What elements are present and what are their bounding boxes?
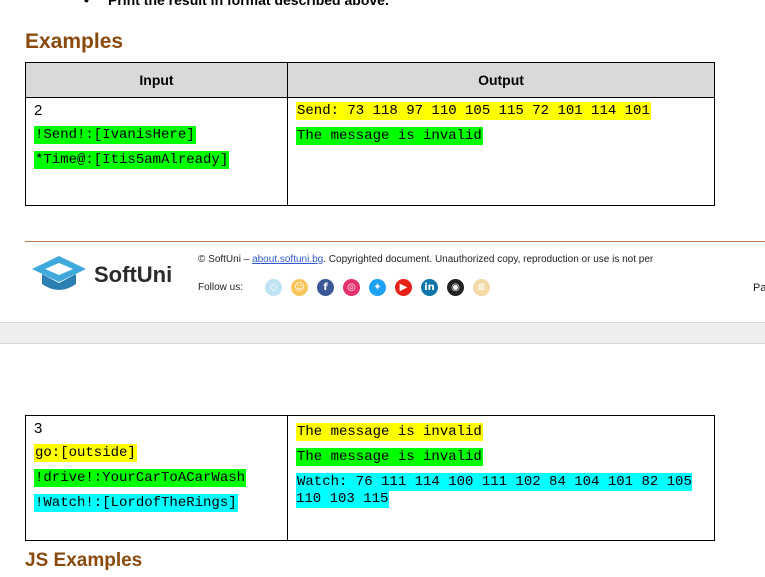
table-header-row: Input Output xyxy=(25,62,715,98)
copyright-prefix: © SoftUni – xyxy=(198,254,250,265)
forum-icon[interactable]: ≡ xyxy=(473,279,490,296)
input-line: !Watch!:[LordofTheRings] xyxy=(34,494,238,512)
linkedin-icon[interactable]: in xyxy=(421,279,438,296)
softuni-icon[interactable]: ◇ xyxy=(265,279,282,296)
page-break xyxy=(0,322,765,344)
output-column-header: Output xyxy=(287,62,715,98)
intro-bullet-text: Print the result in format described abo… xyxy=(108,0,389,8)
input-line: go:[outside] xyxy=(34,444,137,462)
input-count: 3 xyxy=(34,420,43,437)
examples-heading: Examples xyxy=(25,30,124,53)
about-softuni-link[interactable]: about.softuni.bg xyxy=(252,254,323,265)
copyright-suffix: . Copyrighted document. Unauthorized cop… xyxy=(323,254,654,265)
output-line: The message is invalid xyxy=(296,423,483,441)
github-icon[interactable]: ◉ xyxy=(447,279,464,296)
page-number: Pa xyxy=(753,282,765,294)
output-line: The message is invalid xyxy=(296,448,483,466)
input-line: *Time@:[Itis5amAlready] xyxy=(34,151,230,169)
js-examples-heading: JS Examples xyxy=(25,550,143,571)
bullet-marker: • xyxy=(84,0,89,8)
follow-label: Follow us: xyxy=(198,282,244,293)
output-cell: The message is invalid The message is in… xyxy=(287,415,715,541)
input-column-header: Input xyxy=(25,62,288,98)
table-row: 2 !Send!:[IvanisHere] *Time@:[Itis5amAlr… xyxy=(25,97,715,206)
input-cell: 3 go:[outside] !drive!:YourCarToACarWash… xyxy=(25,415,288,541)
softuni-kids-icon[interactable]: ☺ xyxy=(291,279,308,296)
input-line: !drive!:YourCarToACarWash xyxy=(34,469,247,487)
input-cell: 2 !Send!:[IvanisHere] *Time@:[Itis5amAlr… xyxy=(25,97,288,206)
facebook-icon[interactable]: f xyxy=(317,279,334,296)
softuni-logo-icon xyxy=(30,254,88,299)
twitter-icon[interactable]: ✦ xyxy=(369,279,386,296)
examples-table-1: Input Output 2 !Send!:[IvanisHere] *Time… xyxy=(25,62,715,206)
input-line: !Send!:[IvanisHere] xyxy=(34,126,196,144)
examples-table-2: 3 go:[outside] !drive!:YourCarToACarWash… xyxy=(25,415,715,541)
footer-brand: SoftUni xyxy=(94,262,173,287)
input-count: 2 xyxy=(34,102,43,119)
youtube-icon[interactable]: ▶ xyxy=(395,279,412,296)
output-line: Send: 73 118 97 110 105 115 72 101 114 1… xyxy=(296,102,651,120)
table-row: 3 go:[outside] !drive!:YourCarToACarWash… xyxy=(25,415,715,541)
footer-divider xyxy=(25,241,765,242)
instagram-icon[interactable]: ◎ xyxy=(343,279,360,296)
output-line: Watch: 76 111 114 100 111 102 84 104 101… xyxy=(296,473,692,508)
output-line: The message is invalid xyxy=(296,127,483,145)
footer-copyright: © SoftUni – about.softuni.bg. Copyrighte… xyxy=(198,254,653,265)
output-cell: Send: 73 118 97 110 105 115 72 101 114 1… xyxy=(287,97,715,206)
